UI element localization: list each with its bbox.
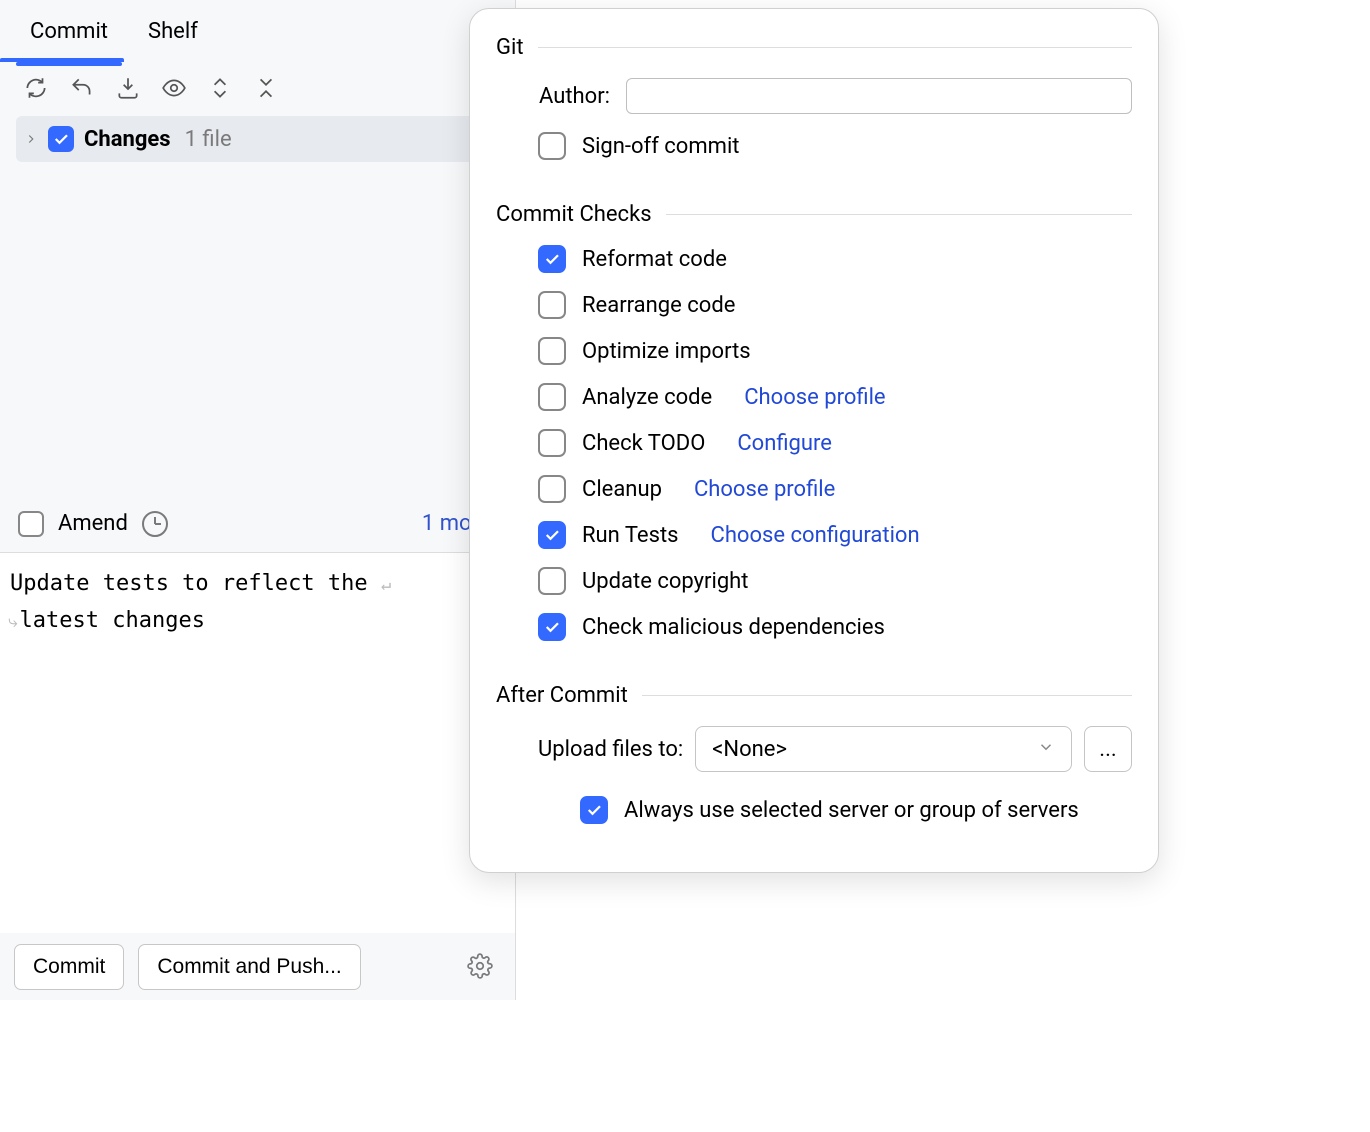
analyze-label: Analyze code [582, 385, 712, 410]
reformat-checkbox[interactable] [538, 245, 566, 273]
upload-label: Upload files to: [538, 737, 683, 762]
amend-checkbox[interactable] [18, 511, 44, 537]
commit-button[interactable]: Commit [14, 944, 124, 990]
expand-all-icon[interactable] [206, 74, 234, 102]
commit-options-popover: Git Author: Sign-off commit Commit Check… [469, 8, 1159, 873]
commit-msg-line1: Update tests to reflect the [10, 571, 368, 596]
cleanup-label: Cleanup [582, 477, 662, 502]
rearrange-checkbox[interactable] [538, 291, 566, 319]
chevron-down-icon [1037, 737, 1055, 762]
runtests-config-link[interactable]: Choose configuration [711, 523, 920, 548]
amend-label: Amend [58, 511, 128, 536]
always-use-server-label: Always use selected server or group of s… [624, 798, 1079, 823]
analyze-profile-link[interactable]: Choose profile [744, 385, 885, 410]
optimize-checkbox[interactable] [538, 337, 566, 365]
runtests-checkbox[interactable] [538, 521, 566, 549]
commit-msg-line2: latest changes [20, 608, 205, 633]
section-divider [538, 47, 1132, 48]
copyright-checkbox[interactable] [538, 567, 566, 595]
upload-browse-button[interactable]: ... [1084, 726, 1132, 772]
todo-label: Check TODO [582, 431, 705, 456]
signoff-checkbox[interactable] [538, 132, 566, 160]
rollback-icon[interactable] [68, 74, 96, 102]
changelist-checkbox[interactable] [48, 126, 74, 152]
reformat-label: Reformat code [582, 247, 727, 272]
changelist-file-count: 1 file [185, 127, 232, 152]
section-divider [642, 695, 1132, 696]
diff-preview-icon[interactable] [160, 74, 188, 102]
commit-message-input[interactable]: Update tests to reflect the ↵ ⤷latest ch… [0, 553, 515, 933]
always-use-server-checkbox[interactable] [580, 796, 608, 824]
changelist-row[interactable]: Changes 1 file [16, 116, 511, 162]
chevron-right-icon[interactable] [24, 127, 38, 152]
todo-checkbox[interactable] [538, 429, 566, 457]
section-checks-title: Commit Checks [496, 202, 652, 227]
author-input[interactable] [626, 78, 1132, 114]
changelist-label: Changes [84, 127, 171, 152]
commit-and-push-button[interactable]: Commit and Push... [138, 944, 360, 990]
upload-select-value: <None> [712, 737, 787, 762]
runtests-label: Run Tests [582, 523, 679, 548]
section-divider [666, 214, 1132, 215]
collapse-all-icon[interactable] [252, 74, 280, 102]
malicious-label: Check malicious dependencies [582, 615, 885, 640]
signoff-label: Sign-off commit [582, 134, 740, 159]
refresh-icon[interactable] [22, 74, 50, 102]
todo-configure-link[interactable]: Configure [737, 431, 832, 456]
analyze-checkbox[interactable] [538, 383, 566, 411]
line-start-marker-icon: ⤷ [8, 612, 18, 632]
tab-shelf[interactable]: Shelf [128, 1, 218, 62]
section-git-title: Git [496, 35, 524, 60]
tab-commit[interactable]: Commit [10, 1, 128, 62]
malicious-checkbox[interactable] [538, 613, 566, 641]
history-icon[interactable] [142, 511, 168, 537]
cleanup-profile-link[interactable]: Choose profile [694, 477, 835, 502]
upload-target-select[interactable]: <None> [695, 726, 1072, 772]
optimize-label: Optimize imports [582, 339, 751, 364]
copyright-label: Update copyright [582, 569, 749, 594]
rearrange-label: Rearrange code [582, 293, 735, 318]
gear-icon[interactable] [467, 953, 495, 981]
shelve-icon[interactable] [114, 74, 142, 102]
section-after-title: After Commit [496, 683, 628, 708]
author-label: Author: [534, 84, 610, 109]
soft-wrap-icon: ↵ [381, 575, 391, 595]
cleanup-checkbox[interactable] [538, 475, 566, 503]
active-tab-underline [0, 58, 124, 62]
